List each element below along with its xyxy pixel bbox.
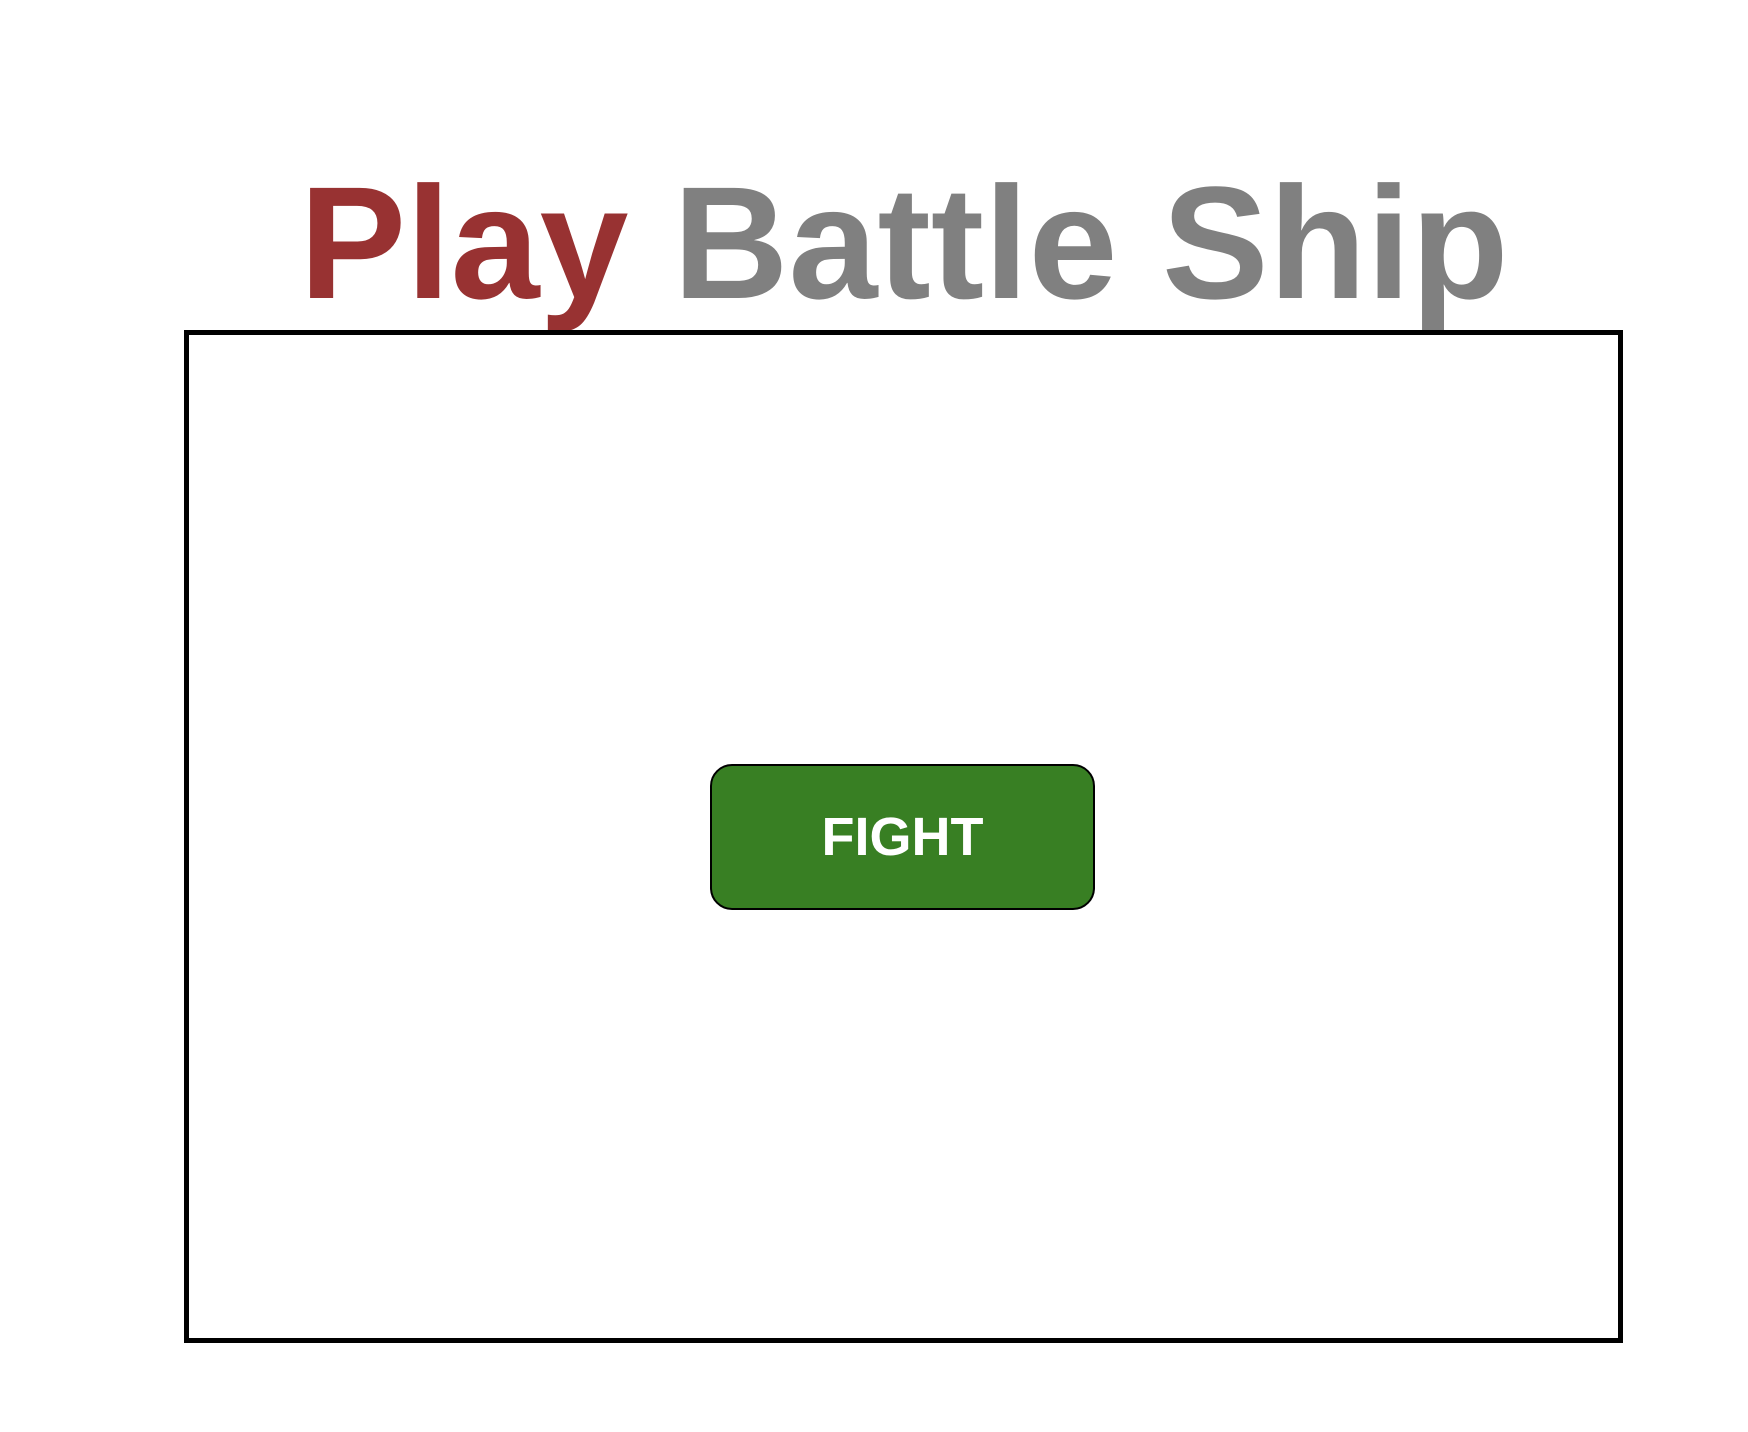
title-word-play: Play (299, 153, 629, 333)
page-title: Play Battle Ship (0, 143, 1748, 343)
title-word-battle-ship: Battle Ship (672, 153, 1509, 333)
fight-button[interactable]: FIGHT (710, 764, 1095, 910)
